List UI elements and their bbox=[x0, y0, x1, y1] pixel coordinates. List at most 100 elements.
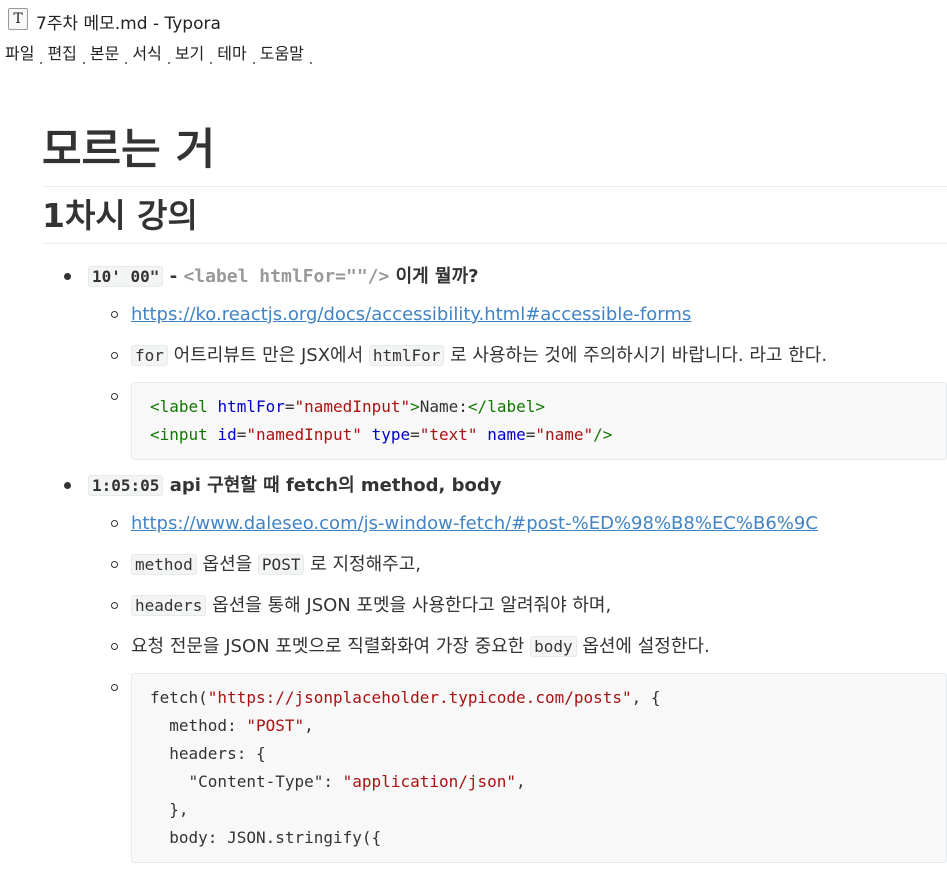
item-text: 이게 뭘까? bbox=[389, 266, 479, 287]
menu-edit[interactable]: 편집 bbox=[42, 40, 86, 66]
code-token: id bbox=[217, 425, 237, 444]
inline-code: method bbox=[131, 554, 197, 575]
menu-bar: 파일 편집 본문 서식 보기 테마 도움말 bbox=[0, 40, 313, 66]
list-item[interactable]: 10' 00" - <label htmlFor=""/> 이게 뭘까? htt… bbox=[42, 262, 947, 460]
code-line: fetch("https://jsonplaceholder.typicode.… bbox=[150, 684, 928, 712]
menu-paragraph[interactable]: 본문 bbox=[85, 40, 128, 66]
item-text: api 구현할 때 fetch의 method, body bbox=[163, 475, 502, 496]
separator-text: - bbox=[163, 266, 184, 287]
circle-bullet-icon bbox=[111, 352, 118, 359]
code-token: , bbox=[304, 716, 314, 735]
sub-list-item[interactable]: 요청 전문을 JSON 포멧으로 직렬화화여 가장 중요한 body 옵션에 설… bbox=[88, 632, 947, 662]
code-token: method: bbox=[150, 716, 247, 735]
code-token: name bbox=[487, 425, 526, 444]
code-token: headers: { bbox=[150, 744, 266, 763]
code-token: /> bbox=[593, 425, 613, 444]
bullet-list: 10' 00" - <label htmlFor=""/> 이게 뭘까? htt… bbox=[42, 262, 947, 863]
text: 로 지정해주고, bbox=[304, 554, 421, 575]
circle-bullet-icon bbox=[111, 393, 118, 400]
text: 요청 전문을 JSON 포멧으로 직렬화화여 가장 중요한 bbox=[131, 636, 531, 657]
code-token: = bbox=[410, 425, 420, 444]
code-token: "namedInput" bbox=[246, 425, 362, 444]
sub-list-item[interactable]: <label htmlFor="namedInput">Name:</label… bbox=[88, 382, 947, 460]
code-token: body: JSON.stringify({ bbox=[150, 828, 382, 847]
code-block[interactable]: <label htmlFor="namedInput">Name:</label… bbox=[131, 382, 947, 460]
code-token: fetch( bbox=[150, 688, 208, 707]
inline-code: htmlFor bbox=[368, 345, 445, 366]
inline-code: for bbox=[131, 345, 168, 366]
sub-list-item[interactable]: fetch("https://jsonplaceholder.typicode.… bbox=[88, 673, 947, 863]
code-token: = bbox=[236, 425, 247, 444]
code-token: , { bbox=[631, 688, 661, 707]
menu-file[interactable]: 파일 bbox=[0, 40, 43, 66]
circle-bullet-icon bbox=[111, 643, 118, 650]
inline-code: headers bbox=[131, 595, 207, 616]
code-token: "POST" bbox=[246, 716, 305, 735]
menu-format[interactable]: 서식 bbox=[127, 40, 171, 66]
text: 옵션에 설정한다. bbox=[576, 636, 710, 657]
code-token: "namedInput" bbox=[294, 397, 411, 416]
menu-view[interactable]: 보기 bbox=[170, 40, 213, 66]
raw-html-tag: <label htmlFor=""/> bbox=[183, 266, 390, 287]
title-bar: T 7주차 메모.md - Typora bbox=[0, 0, 947, 38]
circle-bullet-icon bbox=[111, 561, 118, 568]
code-line: "Content-Type": "application/json", bbox=[150, 768, 928, 796]
sub-list-item[interactable]: method 옵션을 POST 로 지정해주고, bbox=[88, 550, 947, 580]
text: 옵션을 통해 JSON 포멧을 사용한다고 알려줘야 하며, bbox=[206, 595, 612, 616]
code-line: }, bbox=[150, 796, 928, 824]
daleseo-link[interactable]: https://www.daleseo.com/js-window-fetch/… bbox=[131, 513, 818, 534]
sub-list-item[interactable]: https://ko.reactjs.org/docs/accessibilit… bbox=[88, 300, 947, 330]
code-token: <input bbox=[150, 425, 218, 444]
code-line: <label htmlFor="namedInput">Name:</label… bbox=[150, 393, 928, 421]
sub-list-item[interactable]: headers 옵션을 통해 JSON 포멧을 사용한다고 알려줘야 하며, bbox=[88, 591, 947, 621]
list-item[interactable]: 1:05:05 api 구현할 때 fetch의 method, body ht… bbox=[42, 471, 947, 863]
code-token: "name" bbox=[535, 425, 594, 444]
code-token: Name: bbox=[419, 397, 468, 416]
sub-list: https://ko.reactjs.org/docs/accessibilit… bbox=[88, 300, 947, 460]
circle-bullet-icon bbox=[111, 602, 118, 609]
typora-app-icon: T bbox=[8, 8, 28, 30]
inline-code-time: 10' 00" bbox=[88, 266, 164, 287]
reactjs-link[interactable]: https://ko.reactjs.org/docs/accessibilit… bbox=[131, 304, 691, 325]
code-token: "application/json" bbox=[342, 772, 517, 791]
inline-code-time: 1:05:05 bbox=[88, 475, 164, 496]
inline-code: body bbox=[530, 636, 577, 657]
sub-list-item[interactable]: https://www.daleseo.com/js-window-fetch/… bbox=[88, 509, 947, 539]
circle-bullet-icon bbox=[111, 311, 118, 318]
heading-1[interactable]: 모르는 거 bbox=[42, 120, 947, 187]
code-token: }, bbox=[150, 800, 189, 819]
text: 어트리뷰트 만은 JSX에서 bbox=[167, 345, 369, 366]
code-token: "text" bbox=[419, 425, 478, 444]
code-token: type bbox=[371, 425, 411, 444]
code-line: headers: { bbox=[150, 740, 928, 768]
code-token: , bbox=[516, 772, 526, 791]
list-item-text: 10' 00" - <label htmlFor=""/> 이게 뭘까? bbox=[88, 262, 947, 292]
code-token: > bbox=[410, 397, 420, 416]
list-item-text: 1:05:05 api 구현할 때 fetch의 method, body bbox=[88, 471, 947, 501]
sub-list: https://www.daleseo.com/js-window-fetch/… bbox=[88, 509, 947, 863]
code-line: <input id="namedInput" type="text" name=… bbox=[150, 421, 928, 449]
code-token: "Content-Type": bbox=[150, 772, 343, 791]
circle-bullet-icon bbox=[111, 520, 118, 527]
menu-themes[interactable]: 테마 bbox=[212, 40, 256, 66]
code-line: method: "POST", bbox=[150, 712, 928, 740]
bullet-icon bbox=[64, 482, 71, 489]
menu-help[interactable]: 도움말 bbox=[255, 40, 313, 66]
bullet-icon bbox=[64, 273, 71, 280]
code-block[interactable]: fetch("https://jsonplaceholder.typicode.… bbox=[131, 673, 947, 863]
text: 옵션을 bbox=[196, 554, 258, 575]
document-editor[interactable]: 모르는 거 1차시 강의 10' 00" - <label htmlFor=""… bbox=[42, 120, 947, 874]
heading-2[interactable]: 1차시 강의 bbox=[42, 193, 947, 244]
code-token: = bbox=[284, 397, 295, 416]
code-token: htmlFor bbox=[217, 397, 285, 416]
inline-code: POST bbox=[257, 554, 305, 575]
sub-list-item[interactable]: for 어트리뷰트 만은 JSX에서 htmlFor 로 사용하는 것에 주의하… bbox=[88, 341, 947, 371]
circle-bullet-icon bbox=[111, 684, 118, 691]
code-token: = bbox=[525, 425, 536, 444]
window-title: 7주차 메모.md - Typora bbox=[36, 14, 221, 34]
code-token: "https://jsonplaceholder.typicode.com/po… bbox=[207, 688, 632, 707]
code-line: body: JSON.stringify({ bbox=[150, 824, 928, 852]
text: 로 사용하는 것에 주의하시기 바랍니다. 라고 한다. bbox=[444, 345, 828, 366]
